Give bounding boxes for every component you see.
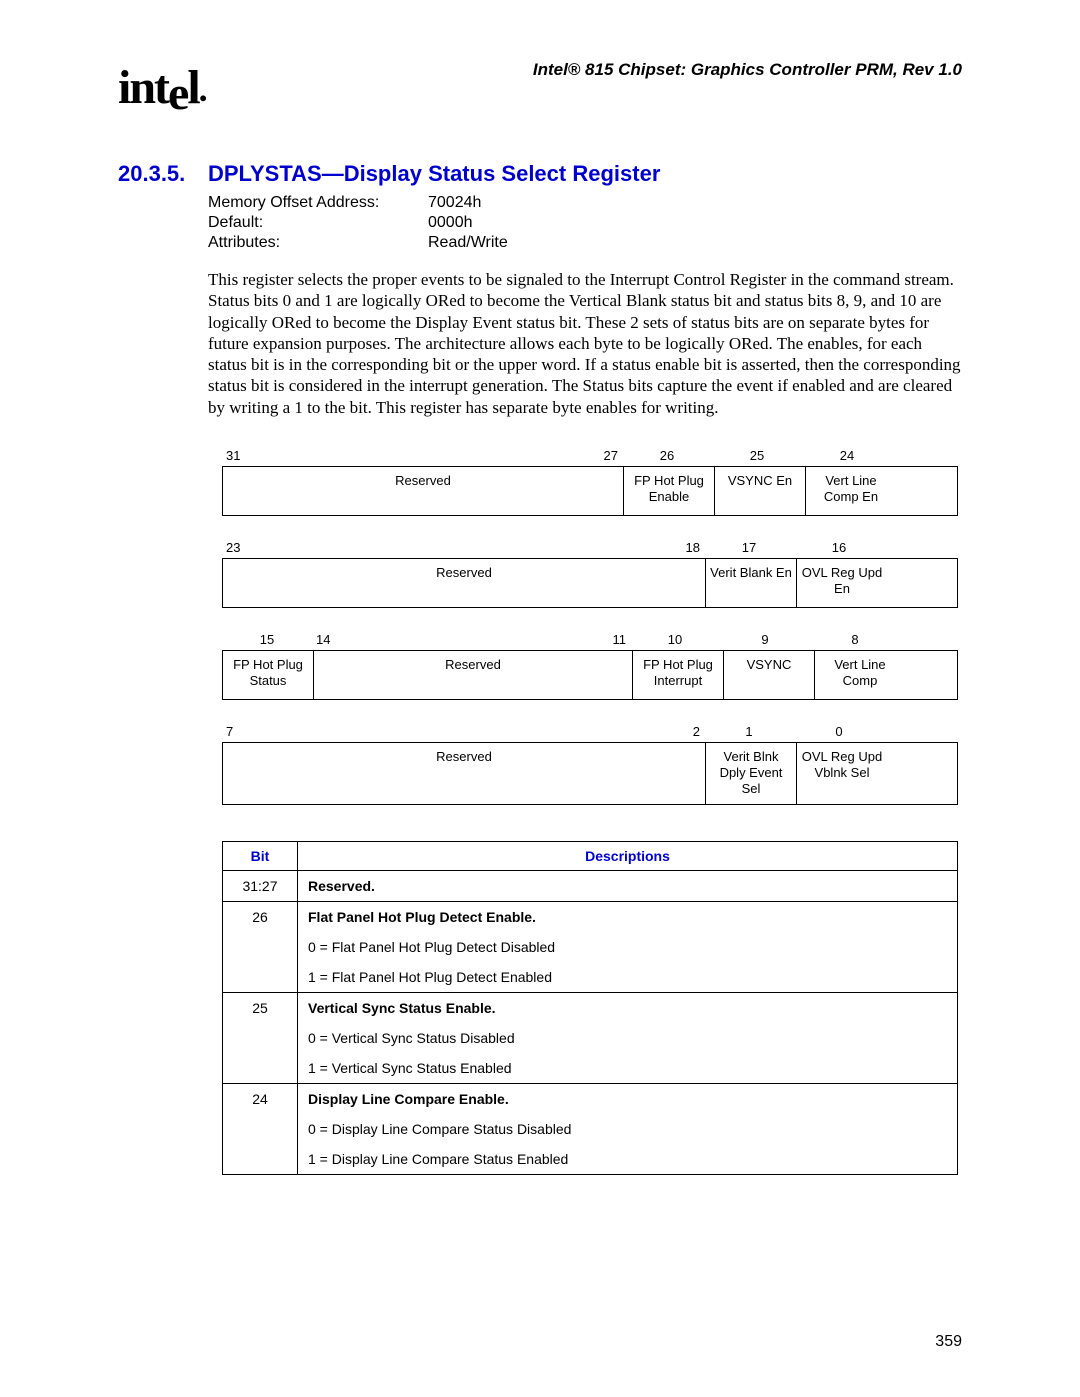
bit-field: Reserved: [314, 651, 633, 699]
bit-field: Reserved: [223, 743, 706, 804]
desc-cell: 1 = Flat Panel Hot Plug Detect Enabled: [298, 962, 958, 993]
bit-label: 11: [613, 632, 627, 647]
bit-label: 10: [630, 632, 720, 649]
bit-cell: 24: [223, 1083, 298, 1114]
bit-field: VSYNC En: [715, 467, 806, 515]
bit-field: Vert Line Comp En: [806, 467, 896, 515]
bit-label: 26: [622, 448, 712, 465]
bit-diagram-row: 23 18 17 16 Reserved Verit Blank En OVL …: [222, 540, 958, 608]
col-desc: Descriptions: [298, 841, 958, 870]
bit-label: 27: [604, 448, 618, 463]
bit-label: 9: [720, 632, 810, 649]
bit-label: 24: [802, 448, 892, 465]
description-paragraph: This register selects the proper events …: [208, 269, 962, 418]
meta-attr-value: Read/Write: [428, 233, 508, 253]
bit-field: VSYNC: [724, 651, 815, 699]
bit-field: Reserved: [223, 467, 624, 515]
desc-cell: Display Line Compare Enable.: [298, 1083, 958, 1114]
bit-field: FP Hot Plug Enable: [624, 467, 715, 515]
desc-cell: 1 = Vertical Sync Status Enabled: [298, 1053, 958, 1084]
meta-default-value: 0000h: [428, 213, 473, 233]
section-title: DPLYSTAS—Display Status Select Register: [208, 161, 660, 187]
bit-label: 25: [712, 448, 802, 465]
bit-field: Verit Blnk Dply Event Sel: [706, 743, 797, 804]
page-number: 359: [935, 1333, 962, 1351]
bit-cell: 26: [223, 901, 298, 932]
bit-field: Verit Blank En: [706, 559, 797, 607]
bit-label: 1: [704, 724, 794, 741]
bit-label: 15: [222, 632, 312, 649]
bit-label: 18: [686, 540, 700, 555]
bit-field: FP Hot Plug Status: [223, 651, 314, 699]
bit-cell: [223, 962, 298, 993]
desc-cell: Vertical Sync Status Enable.: [298, 992, 958, 1023]
section-number: 20.3.5.: [118, 161, 208, 187]
bit-cell: [223, 1023, 298, 1053]
bit-label: 14: [316, 632, 330, 647]
meta-addr-label: Memory Offset Address:: [208, 193, 428, 213]
bit-diagram-row: 7 2 1 0 Reserved Verit Blnk Dply Event S…: [222, 724, 958, 805]
bit-label: 23: [226, 540, 240, 555]
bit-cell: 31:27: [223, 870, 298, 901]
bit-cell: 25: [223, 992, 298, 1023]
bit-field: FP Hot Plug Interrupt: [633, 651, 724, 699]
meta-addr-value: 70024h: [428, 193, 481, 213]
bit-label: 8: [810, 632, 900, 649]
bit-label: 7: [226, 724, 233, 739]
desc-cell: Flat Panel Hot Plug Detect Enable.: [298, 901, 958, 932]
meta-default-label: Default:: [208, 213, 428, 233]
bit-field: Vert Line Comp: [815, 651, 905, 699]
bit-cell: [223, 1053, 298, 1084]
bit-cell: [223, 1114, 298, 1144]
meta-attr-label: Attributes:: [208, 233, 428, 253]
bit-field: OVL Reg Upd Vblnk Sel: [797, 743, 887, 804]
desc-cell: Reserved.: [298, 870, 958, 901]
bit-label: 0: [794, 724, 884, 741]
bit-field: Reserved: [223, 559, 706, 607]
bit-diagram-row: 15 14 11 10 9 8 FP Hot Plug Status Reser…: [222, 632, 958, 700]
bit-field: OVL Reg Upd En: [797, 559, 887, 607]
bit-cell: [223, 932, 298, 962]
desc-cell: 0 = Display Line Compare Status Disabled: [298, 1114, 958, 1144]
bit-description-table: Bit Descriptions 31:27Reserved.26Flat Pa…: [222, 841, 958, 1175]
bit-label: 31: [226, 448, 240, 463]
desc-cell: 0 = Flat Panel Hot Plug Detect Disabled: [298, 932, 958, 962]
desc-cell: 0 = Vertical Sync Status Disabled: [298, 1023, 958, 1053]
bit-diagram-row: 31 27 26 25 24 Reserved FP Hot Plug Enab…: [222, 448, 958, 516]
bit-label: 16: [794, 540, 884, 557]
bit-label: 2: [693, 724, 700, 739]
col-bit: Bit: [223, 841, 298, 870]
bit-label: 17: [704, 540, 794, 557]
bit-cell: [223, 1144, 298, 1175]
desc-cell: 1 = Display Line Compare Status Enabled: [298, 1144, 958, 1175]
